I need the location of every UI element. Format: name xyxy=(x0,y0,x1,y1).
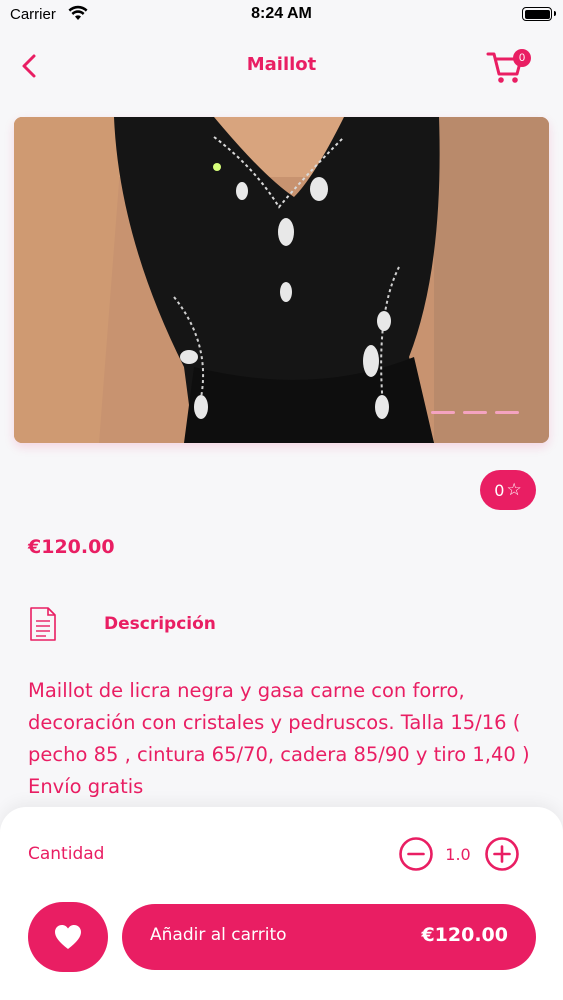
favorite-button[interactable] xyxy=(28,902,108,972)
product-price: €120.00 xyxy=(28,536,115,558)
product-photo xyxy=(14,117,549,443)
pager-dot[interactable] xyxy=(495,411,519,414)
navigation-bar: Maillot 0 xyxy=(0,30,563,102)
clock: 8:24 AM xyxy=(251,5,312,22)
minus-icon[interactable] xyxy=(398,836,434,872)
plus-icon[interactable] xyxy=(484,836,520,872)
document-icon xyxy=(30,607,56,641)
cart-button[interactable]: 0 xyxy=(484,46,534,86)
page-title: Maillot xyxy=(246,54,317,75)
add-to-cart-price: €120.00 xyxy=(421,924,508,946)
description-text: Maillot de licra negra y gasa carne con … xyxy=(28,679,530,798)
image-pager-dots[interactable] xyxy=(431,411,519,414)
add-to-cart-label: Añadir al carrito xyxy=(150,925,287,945)
cart-panel: Cantidad 1.0 Añadir al carrito €120.00 xyxy=(0,807,563,1000)
pager-dot[interactable] xyxy=(463,411,487,414)
product-image[interactable] xyxy=(14,117,549,443)
rating-value: 0 xyxy=(494,480,505,500)
description-heading: Descripción xyxy=(104,614,216,634)
status-bar: Carrier 8:24 AM xyxy=(0,0,563,30)
cart-count-badge: 0 xyxy=(513,49,531,67)
quantity-value: 1.0 xyxy=(445,845,471,864)
quantity-label: Cantidad xyxy=(28,844,105,864)
battery-icon xyxy=(522,7,556,21)
rating-button[interactable]: 0 ☆ xyxy=(480,470,536,510)
star-icon: ☆ xyxy=(506,480,522,500)
pager-dot[interactable] xyxy=(431,411,455,414)
add-to-cart-button[interactable]: Añadir al carrito €120.00 xyxy=(122,904,536,970)
heart-icon xyxy=(55,925,81,949)
